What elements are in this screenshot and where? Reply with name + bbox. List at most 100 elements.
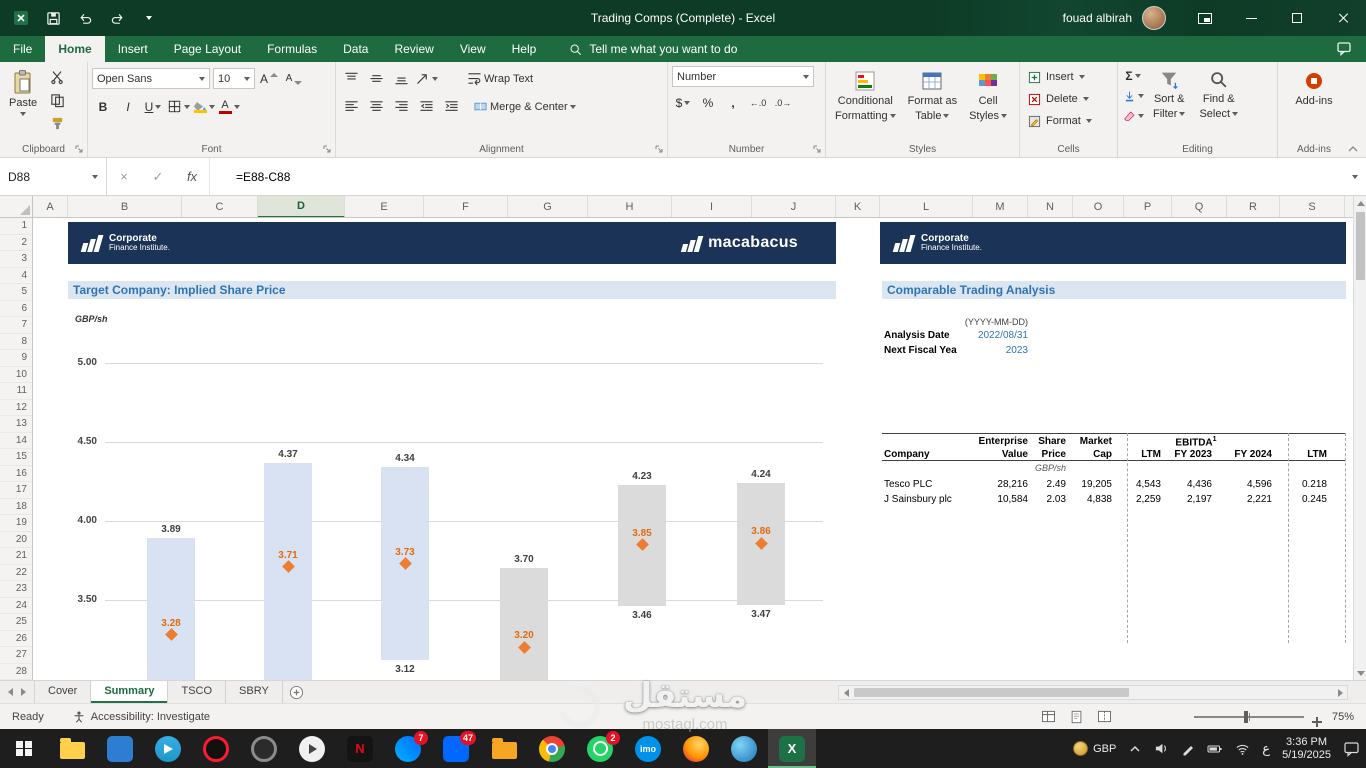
taskbar-app-telegram[interactable] bbox=[144, 729, 192, 768]
vertical-scroll-thumb[interactable] bbox=[1356, 212, 1365, 280]
italic-button[interactable]: I bbox=[117, 96, 139, 118]
volume-icon[interactable] bbox=[1154, 741, 1169, 756]
middle-align-button[interactable] bbox=[365, 68, 387, 90]
zoom-level[interactable]: 75% bbox=[1320, 711, 1354, 723]
column-header-F[interactable]: F bbox=[424, 196, 508, 218]
pen-icon[interactable] bbox=[1181, 742, 1195, 756]
fill-button[interactable] bbox=[1122, 86, 1144, 106]
underline-button[interactable]: U bbox=[142, 96, 164, 118]
format-painter-button[interactable] bbox=[46, 112, 68, 134]
scroll-down-icon[interactable] bbox=[1354, 666, 1366, 680]
column-header-D[interactable]: D bbox=[258, 196, 345, 218]
column-header-I[interactable]: I bbox=[672, 196, 752, 218]
confirm-entry-icon[interactable]: ✓ bbox=[141, 158, 175, 195]
taskbar-app-photos-app[interactable] bbox=[96, 729, 144, 768]
row-header-16[interactable]: 16 bbox=[0, 466, 32, 483]
taskbar-app-file-explorer[interactable] bbox=[48, 729, 96, 768]
conditional-formatting-button[interactable]: Conditional Formatting bbox=[830, 66, 901, 140]
format-cells-button[interactable]: Format bbox=[1024, 110, 1113, 132]
taskbar-app-zalo-chat[interactable]: 47 bbox=[432, 729, 480, 768]
formula-input[interactable]: =E88-C88 bbox=[209, 158, 1344, 195]
column-header-K[interactable]: K bbox=[836, 196, 880, 218]
clipboard-dialog-launcher[interactable] bbox=[75, 145, 84, 154]
column-header-O[interactable]: O bbox=[1073, 196, 1124, 218]
column-header-B[interactable]: B bbox=[68, 196, 182, 218]
copy-button[interactable] bbox=[46, 89, 68, 111]
cut-button[interactable] bbox=[46, 66, 68, 88]
taskbar-app-netflix[interactable]: N bbox=[336, 729, 384, 768]
ribbon-tab-data[interactable]: Data bbox=[330, 36, 381, 62]
taskbar-app-opera[interactable] bbox=[192, 729, 240, 768]
battery-icon[interactable] bbox=[1207, 742, 1223, 756]
minimize-button[interactable] bbox=[1228, 0, 1274, 36]
row-header-6[interactable]: 6 bbox=[0, 301, 32, 318]
taskbar-app-chrome[interactable] bbox=[528, 729, 576, 768]
find-select-button[interactable]: Find & Select bbox=[1194, 66, 1243, 140]
column-header-E[interactable]: E bbox=[345, 196, 424, 218]
taskbar-app-imo[interactable]: imo bbox=[624, 729, 672, 768]
ribbon-tab-formulas[interactable]: Formulas bbox=[254, 36, 330, 62]
signed-in-user[interactable]: fouad albirah bbox=[1063, 11, 1132, 25]
top-align-button[interactable] bbox=[340, 68, 362, 90]
zoom-slider[interactable] bbox=[1194, 716, 1304, 718]
row-header-10[interactable]: 10 bbox=[0, 367, 32, 384]
decrease-font-size-button[interactable]: A bbox=[283, 68, 305, 90]
comma-style-button[interactable]: , bbox=[722, 92, 744, 114]
cancel-entry-icon[interactable]: × bbox=[107, 158, 141, 195]
collapse-ribbon-icon[interactable] bbox=[1348, 145, 1358, 153]
previous-sheet-icon[interactable] bbox=[8, 688, 13, 696]
percent-style-button[interactable]: % bbox=[697, 92, 719, 114]
wifi-icon[interactable] bbox=[1235, 742, 1250, 756]
row-header-12[interactable]: 12 bbox=[0, 400, 32, 417]
horizontal-scrollbar[interactable] bbox=[838, 685, 1348, 700]
taskbar-app-camera-app[interactable] bbox=[240, 729, 288, 768]
orientation-button[interactable] bbox=[415, 68, 438, 90]
autosum-button[interactable]: Σ bbox=[1122, 66, 1144, 86]
row-header-3[interactable]: 3 bbox=[0, 251, 32, 268]
show-hidden-icons-chevron[interactable] bbox=[1128, 742, 1142, 756]
sheet-tab-tsco[interactable]: TSCO bbox=[168, 681, 226, 703]
taskbar-app-downloads-folder[interactable] bbox=[480, 729, 528, 768]
horizontal-scroll-thumb[interactable] bbox=[854, 688, 1129, 697]
start-button[interactable] bbox=[0, 729, 48, 768]
column-header-M[interactable]: M bbox=[973, 196, 1028, 218]
sort-filter-button[interactable]: Sort & Filter bbox=[1148, 66, 1190, 140]
user-avatar[interactable] bbox=[1142, 6, 1166, 30]
cell-styles-button[interactable]: Cell Styles bbox=[964, 66, 1012, 140]
ribbon-display-options-icon[interactable] bbox=[1182, 0, 1228, 36]
zoom-slider-thumb[interactable] bbox=[1244, 711, 1248, 723]
align-left-button[interactable] bbox=[340, 96, 362, 118]
column-header-L[interactable]: L bbox=[880, 196, 973, 218]
clock[interactable]: 3:36 PM 5/19/2025 bbox=[1282, 736, 1331, 762]
ribbon-tab-review[interactable]: Review bbox=[381, 36, 446, 62]
row-header-25[interactable]: 25 bbox=[0, 614, 32, 631]
row-header-8[interactable]: 8 bbox=[0, 334, 32, 351]
tell-me-search[interactable]: Tell me what you want to do bbox=[569, 42, 737, 56]
paste-button[interactable]: Paste bbox=[4, 66, 42, 140]
row-header-22[interactable]: 22 bbox=[0, 565, 32, 582]
accessibility-status-button[interactable]: Accessibility: Investigate bbox=[72, 710, 210, 724]
undo-icon[interactable] bbox=[76, 9, 94, 27]
taskbar-app-firefox[interactable] bbox=[672, 729, 720, 768]
ribbon-tab-page-layout[interactable]: Page Layout bbox=[161, 36, 254, 62]
increase-indent-button[interactable] bbox=[440, 96, 462, 118]
row-header-23[interactable]: 23 bbox=[0, 581, 32, 598]
language-indicator[interactable]: ع bbox=[1262, 741, 1270, 757]
taskbar-app-media-player-app[interactable] bbox=[288, 729, 336, 768]
scroll-left-icon[interactable] bbox=[839, 686, 853, 699]
delete-cells-button[interactable]: Delete bbox=[1024, 88, 1113, 110]
font-size-select[interactable]: 10 bbox=[213, 68, 255, 89]
row-header-9[interactable]: 9 bbox=[0, 350, 32, 367]
row-header-20[interactable]: 20 bbox=[0, 532, 32, 549]
addins-button[interactable]: Add-ins bbox=[1290, 66, 1337, 140]
format-as-table-button[interactable]: Format as Table bbox=[903, 66, 963, 140]
row-header-26[interactable]: 26 bbox=[0, 631, 32, 648]
bottom-align-button[interactable] bbox=[390, 68, 412, 90]
row-header-19[interactable]: 19 bbox=[0, 515, 32, 532]
column-header-A[interactable]: A bbox=[33, 196, 68, 218]
new-sheet-button[interactable] bbox=[283, 681, 311, 703]
align-center-button[interactable] bbox=[365, 96, 387, 118]
select-all-corner[interactable] bbox=[0, 196, 33, 218]
customize-quick-access-icon[interactable] bbox=[140, 9, 158, 27]
font-color-button[interactable]: A bbox=[218, 96, 240, 118]
